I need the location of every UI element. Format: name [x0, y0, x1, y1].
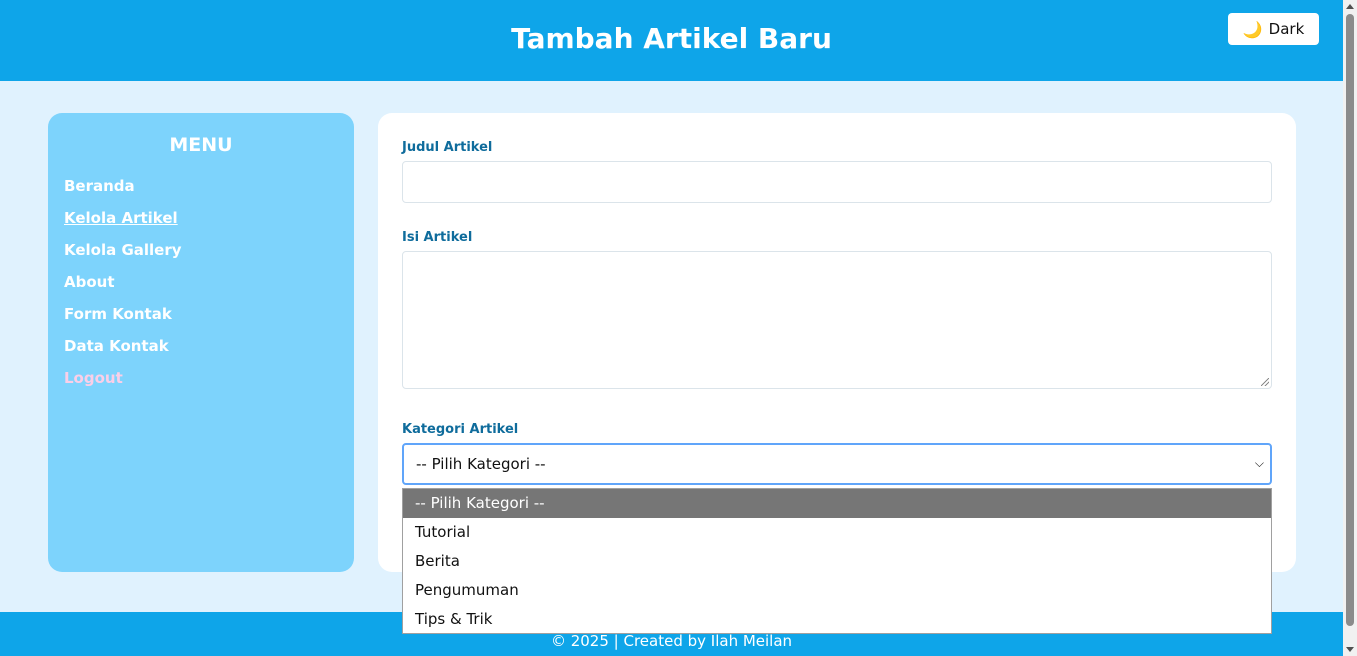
- kategori-select[interactable]: -- Pilih Kategori -- ⌵: [402, 443, 1272, 485]
- dropdown-option[interactable]: Tutorial: [403, 518, 1271, 547]
- kategori-select-value: -- Pilih Kategori --: [416, 455, 546, 473]
- sidebar-item-kelola-gallery[interactable]: Kelola Gallery: [64, 240, 182, 272]
- judul-artikel-input[interactable]: [402, 161, 1272, 203]
- dropdown-option[interactable]: Tips & Trik: [403, 605, 1271, 634]
- sidebar: MENU Beranda Kelola Artikel Kelola Galle…: [48, 113, 354, 572]
- sidebar-title: MENU: [169, 134, 233, 156]
- page-title: Tambah Artikel Baru: [511, 22, 832, 55]
- sidebar-item-beranda[interactable]: Beranda: [64, 176, 182, 208]
- isi-artikel-label: Isi Artikel: [402, 230, 473, 245]
- dark-mode-button[interactable]: 🌙 Dark: [1228, 13, 1319, 45]
- scroll-down-icon[interactable]: [1346, 647, 1354, 652]
- dark-mode-label: Dark: [1268, 20, 1305, 38]
- isi-artikel-textarea[interactable]: [402, 251, 1272, 389]
- footer-text: © 2025 | Created by Ilah Meilan: [550, 632, 793, 650]
- scroll-up-icon[interactable]: [1346, 4, 1354, 9]
- judul-artikel-label: Judul Artikel: [402, 140, 493, 155]
- chevron-down-icon: ⌵: [1254, 456, 1264, 470]
- sidebar-item-logout[interactable]: Logout: [64, 368, 182, 400]
- resize-handle-icon[interactable]: [1261, 378, 1269, 386]
- sidebar-item-data-kontak[interactable]: Data Kontak: [64, 336, 182, 368]
- dropdown-option[interactable]: -- Pilih Kategori --: [403, 489, 1271, 518]
- kategori-artikel-label: Kategori Artikel: [402, 422, 519, 437]
- moon-icon: 🌙: [1242, 19, 1263, 39]
- scroll-thumb[interactable]: [1346, 14, 1354, 626]
- kategori-dropdown-list: -- Pilih Kategori -- Tutorial Berita Pen…: [402, 488, 1272, 634]
- dropdown-option[interactable]: Berita: [403, 547, 1271, 576]
- sidebar-menu: Beranda Kelola Artikel Kelola Gallery Ab…: [64, 176, 182, 400]
- sidebar-item-about[interactable]: About: [64, 272, 182, 304]
- dropdown-option[interactable]: Pengumuman: [403, 576, 1271, 605]
- sidebar-item-form-kontak[interactable]: Form Kontak: [64, 304, 182, 336]
- header: Tambah Artikel Baru 🌙 Dark: [0, 0, 1343, 81]
- sidebar-item-kelola-artikel[interactable]: Kelola Artikel: [64, 208, 182, 240]
- vertical-scrollbar[interactable]: [1343, 0, 1357, 656]
